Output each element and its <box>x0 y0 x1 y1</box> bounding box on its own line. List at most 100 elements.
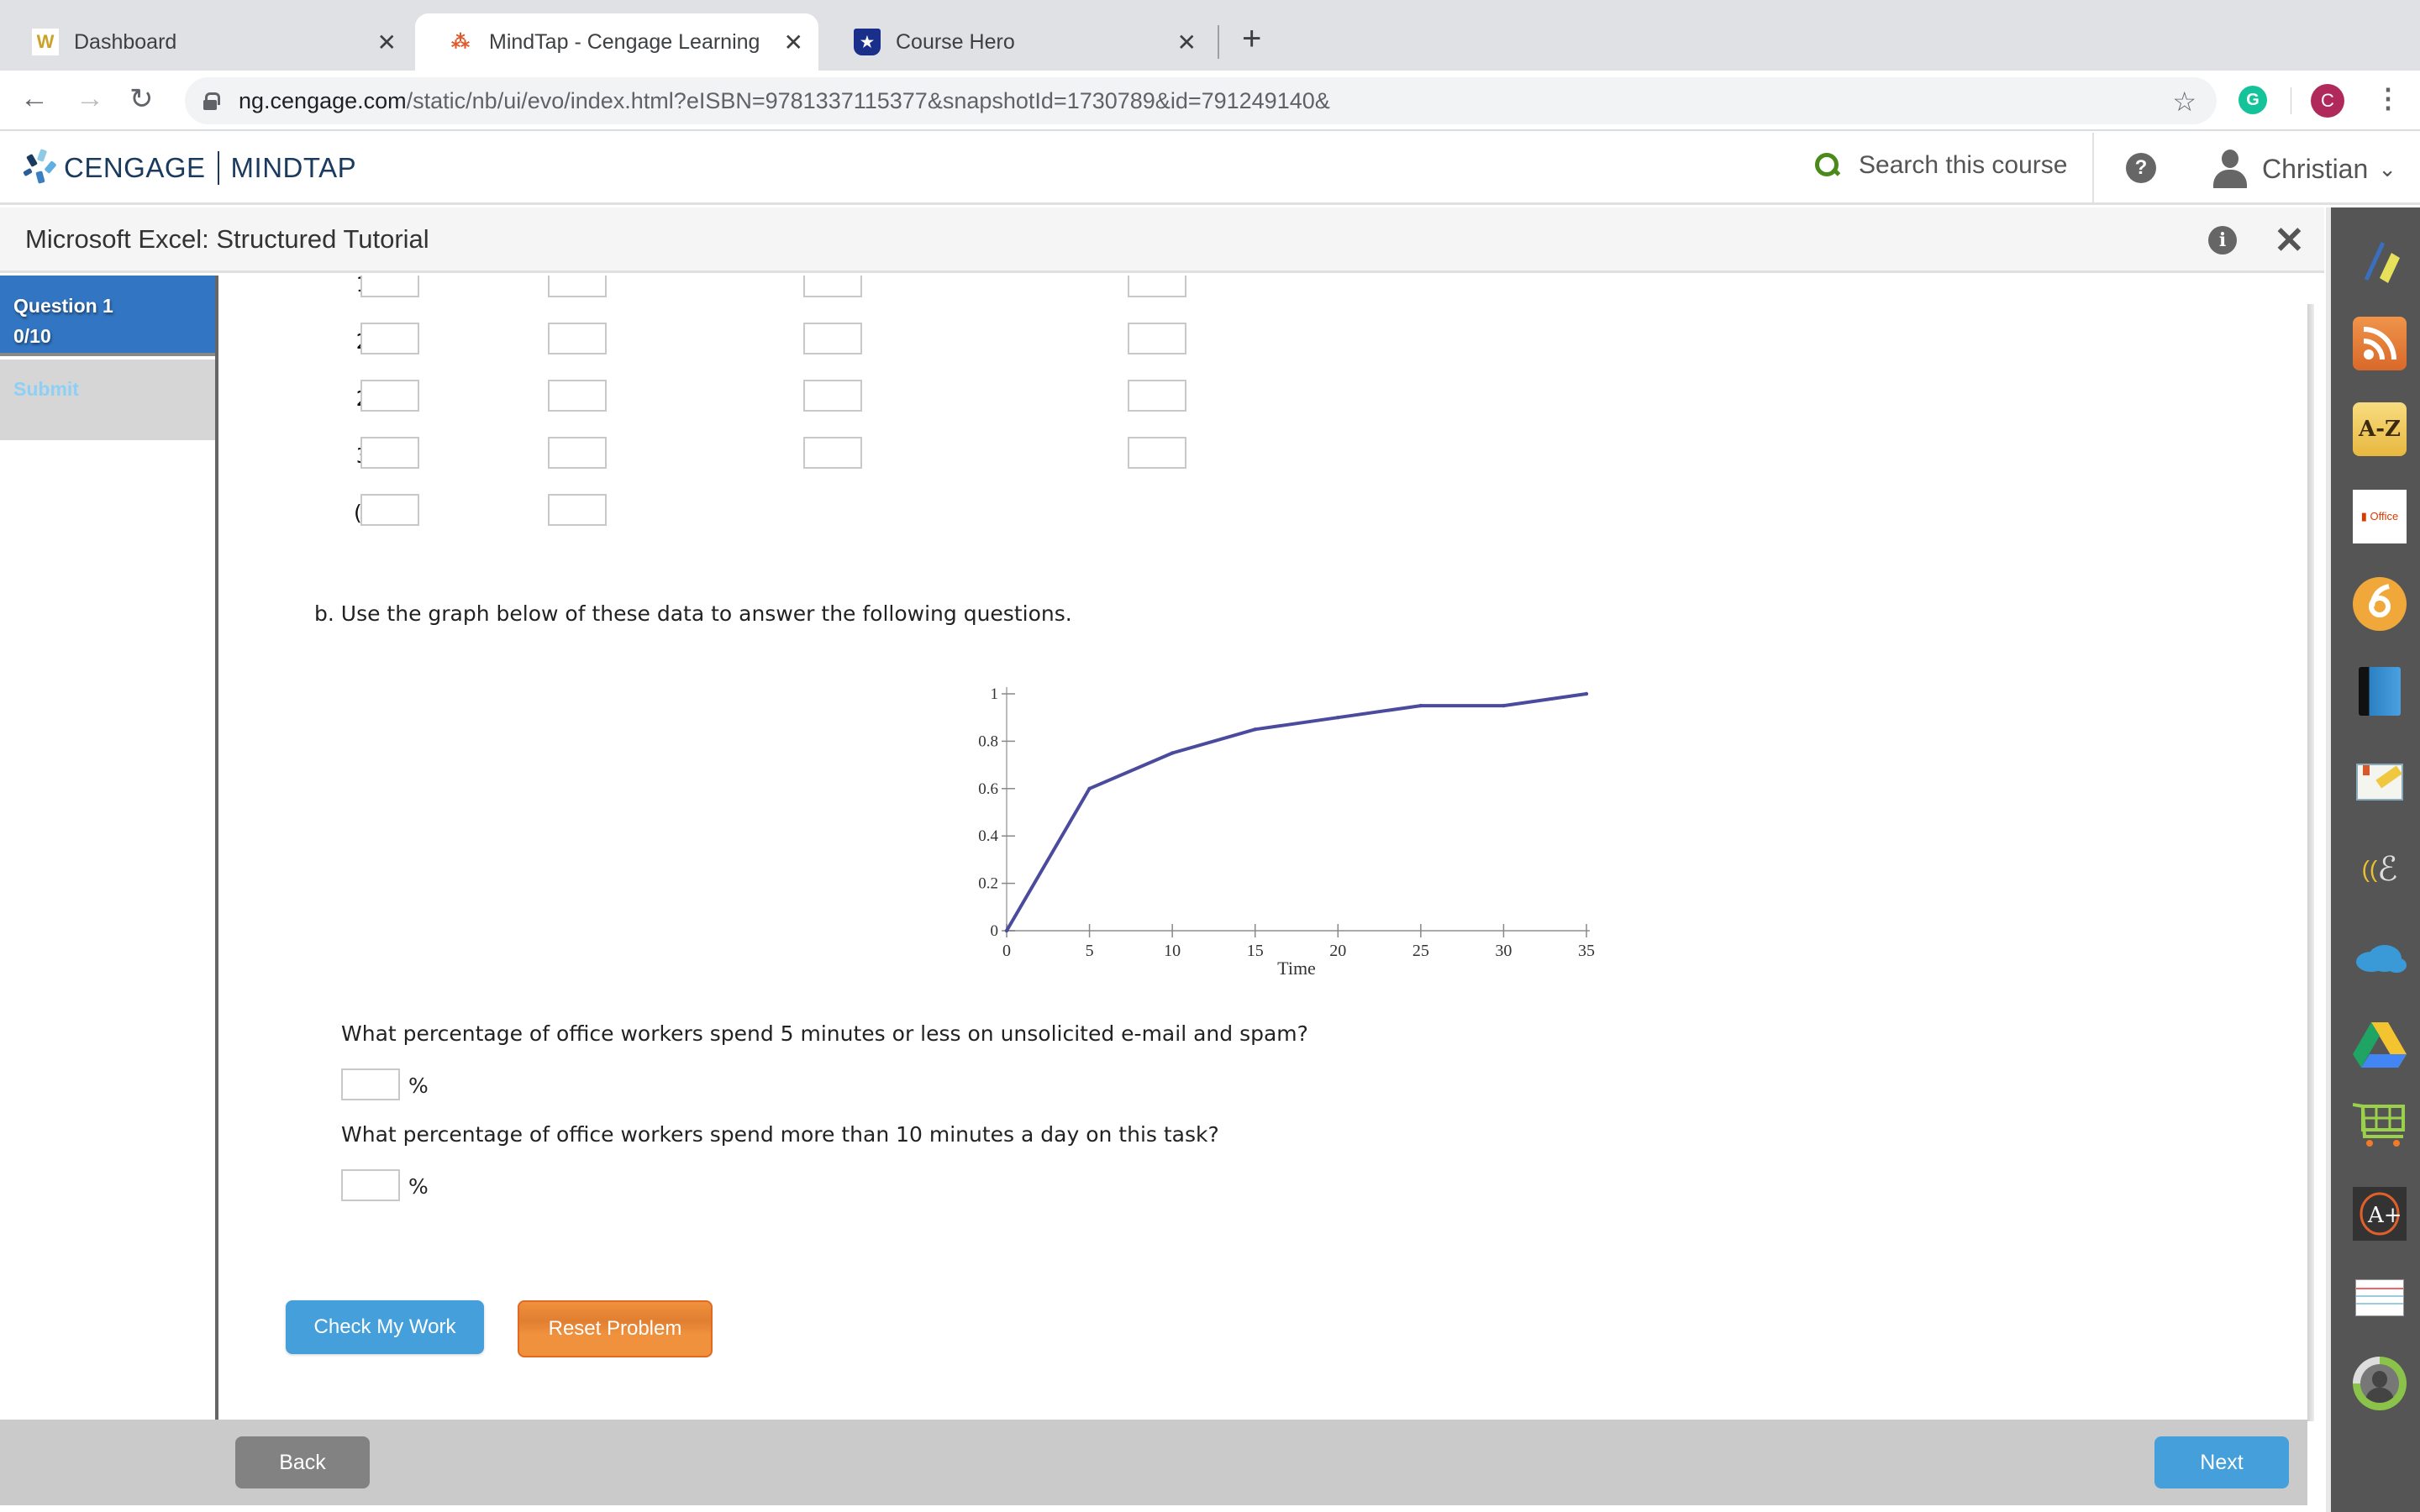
data-point <box>1004 928 1009 933</box>
svg-text:A+: A+ <box>2367 1203 2402 1228</box>
answer-input[interactable] <box>341 1169 400 1201</box>
tab-dashboard[interactable]: W Dashboard ✕ <box>0 13 412 71</box>
unit-label: % <box>408 1174 429 1199</box>
x-tick-label: 25 <box>1413 942 1429 960</box>
table-cell-input[interactable] <box>1128 276 1186 297</box>
submit-button[interactable]: Submit <box>0 360 215 440</box>
reset-problem-button[interactable]: Reset Problem <box>518 1300 713 1357</box>
unit-label: % <box>408 1074 429 1098</box>
table-cell-input[interactable] <box>548 276 607 297</box>
x-tick-label: 30 <box>1495 942 1512 960</box>
y-tick-label: 0 <box>991 922 999 940</box>
table-cell-input[interactable] <box>360 380 419 412</box>
tab-separator <box>1218 25 1219 59</box>
x-tick-label: 10 <box>1164 942 1181 960</box>
close-activity-icon[interactable]: ✕ <box>2274 219 2305 262</box>
cart-icon[interactable] <box>2353 1098 2407 1152</box>
search-icon <box>1815 153 1840 178</box>
office-icon[interactable]: ▮ Office <box>2353 490 2407 543</box>
notes-icon[interactable] <box>2353 755 2407 809</box>
y-tick-label: 0.8 <box>978 732 998 750</box>
glossary-az-icon[interactable]: A-Z <box>2353 402 2407 456</box>
table-cell-input[interactable] <box>803 380 862 412</box>
ebook-icon[interactable] <box>2353 664 2407 718</box>
chevron-down-icon: ⌄ <box>2378 155 2397 181</box>
y-tick-label: 0.4 <box>978 827 998 845</box>
back-button[interactable]: Back <box>235 1436 370 1488</box>
question-label: Question 1 <box>13 295 113 317</box>
answer-input[interactable] <box>341 1068 400 1100</box>
user-menu[interactable]: Christian ⌄ <box>2213 150 2396 188</box>
logo-product: MINDTAP <box>230 152 357 183</box>
data-point <box>1502 703 1506 708</box>
part-b-prompt: b. Use the graph below of these data to … <box>314 601 1072 626</box>
app-header: CENGAGE MINDTAP Search this course ? Chr… <box>0 133 2420 205</box>
table-cell-input[interactable] <box>360 437 419 469</box>
search-course-button[interactable]: Search this course <box>1815 151 2067 180</box>
google-drive-icon[interactable] <box>2353 1017 2407 1071</box>
question-panel: Question 1 0/10 Submit <box>0 276 218 1420</box>
activity-title: Microsoft Excel: Structured Tutorial <box>25 224 429 254</box>
rss-icon[interactable] <box>2353 317 2407 370</box>
tab-mindtap[interactable]: ⁂ MindTap - Cengage Learning ✕ <box>415 13 818 71</box>
table-cell-input[interactable] <box>360 276 419 297</box>
table-cell-input[interactable] <box>548 380 607 412</box>
tab-title: Dashboard <box>74 29 177 54</box>
table-cell-input[interactable] <box>548 323 607 354</box>
table-cell-input[interactable] <box>360 494 419 526</box>
header-divider <box>2092 133 2094 205</box>
lock-icon <box>203 92 220 110</box>
data-point <box>1336 716 1340 720</box>
new-tab-button[interactable]: + <box>1242 20 1261 58</box>
bookmark-star-icon[interactable]: ☆ <box>2172 86 2196 118</box>
reload-icon[interactable]: ↻ <box>129 82 154 116</box>
table-cell-input[interactable] <box>803 276 862 297</box>
close-tab-icon[interactable]: ✕ <box>377 29 397 56</box>
highlighter-icon[interactable] <box>2353 234 2407 288</box>
flashcards-icon[interactable] <box>2353 1271 2407 1325</box>
activity-title-bar: Microsoft Excel: Structured Tutorial i ✕ <box>0 207 2324 273</box>
profile-avatar[interactable]: C <box>2311 84 2344 118</box>
table-cell-input[interactable] <box>1128 380 1186 412</box>
table-cell-input[interactable] <box>803 323 862 354</box>
next-button[interactable]: Next <box>2154 1436 2289 1488</box>
app-dock: A-Z ▮ Office ((ℰ A+ <box>2326 207 2420 1512</box>
table-cell-input[interactable] <box>1128 437 1186 469</box>
w-logo-icon: W <box>32 29 59 55</box>
readspeaker-icon[interactable]: ((ℰ <box>2353 843 2407 896</box>
question-text: What percentage of office workers spend … <box>341 1021 1308 1046</box>
back-arrow-icon[interactable]: ← <box>20 82 49 115</box>
tab-course-hero[interactable]: ★ Course Hero ✕ <box>822 13 1212 71</box>
table-cell-input[interactable] <box>548 494 607 526</box>
close-tab-icon[interactable]: ✕ <box>1177 29 1197 56</box>
help-icon[interactable]: ? <box>2126 153 2156 183</box>
close-tab-icon[interactable]: ✕ <box>784 29 803 56</box>
cengage-mindtap-logo[interactable]: CENGAGE MINDTAP <box>23 149 357 186</box>
table-cell-input[interactable] <box>803 437 862 469</box>
forward-arrow-icon[interactable]: → <box>76 82 104 115</box>
url-text: ng.cengage.com/static/nb/ui/evo/index.ht… <box>239 87 1330 113</box>
data-point <box>1087 786 1092 790</box>
table-cell-input[interactable] <box>1128 323 1186 354</box>
table-cell-input[interactable] <box>360 323 419 354</box>
part-letter: b. <box>314 601 334 626</box>
search-label: Search this course <box>1859 151 2068 179</box>
table-cell-input[interactable] <box>548 437 607 469</box>
y-tick-label: 0.6 <box>978 780 998 798</box>
progress-app-icon[interactable] <box>2353 577 2407 631</box>
info-icon[interactable]: i <box>2208 226 2237 255</box>
check-my-work-button[interactable]: Check My Work <box>286 1300 484 1354</box>
x-tick-label: 20 <box>1329 942 1346 960</box>
onedrive-icon[interactable] <box>2353 930 2407 984</box>
mindtap-icon: ⁂ <box>451 31 470 52</box>
content-scrollbar[interactable] <box>2307 304 2314 1421</box>
x-tick-label: 35 <box>1578 942 1595 960</box>
question-1-item[interactable]: Question 1 0/10 <box>0 276 215 356</box>
profile-progress-icon[interactable] <box>2353 1357 2407 1410</box>
data-point <box>1584 691 1589 696</box>
address-bar[interactable]: ng.cengage.com/static/nb/ui/evo/index.ht… <box>185 77 2217 124</box>
grammarly-extension-icon[interactable]: G <box>2238 86 2267 114</box>
browser-menu-icon[interactable]: ⋮ <box>2375 82 2402 114</box>
x-tick-label: 5 <box>1086 942 1094 960</box>
grades-icon[interactable]: A+ <box>2353 1187 2407 1241</box>
